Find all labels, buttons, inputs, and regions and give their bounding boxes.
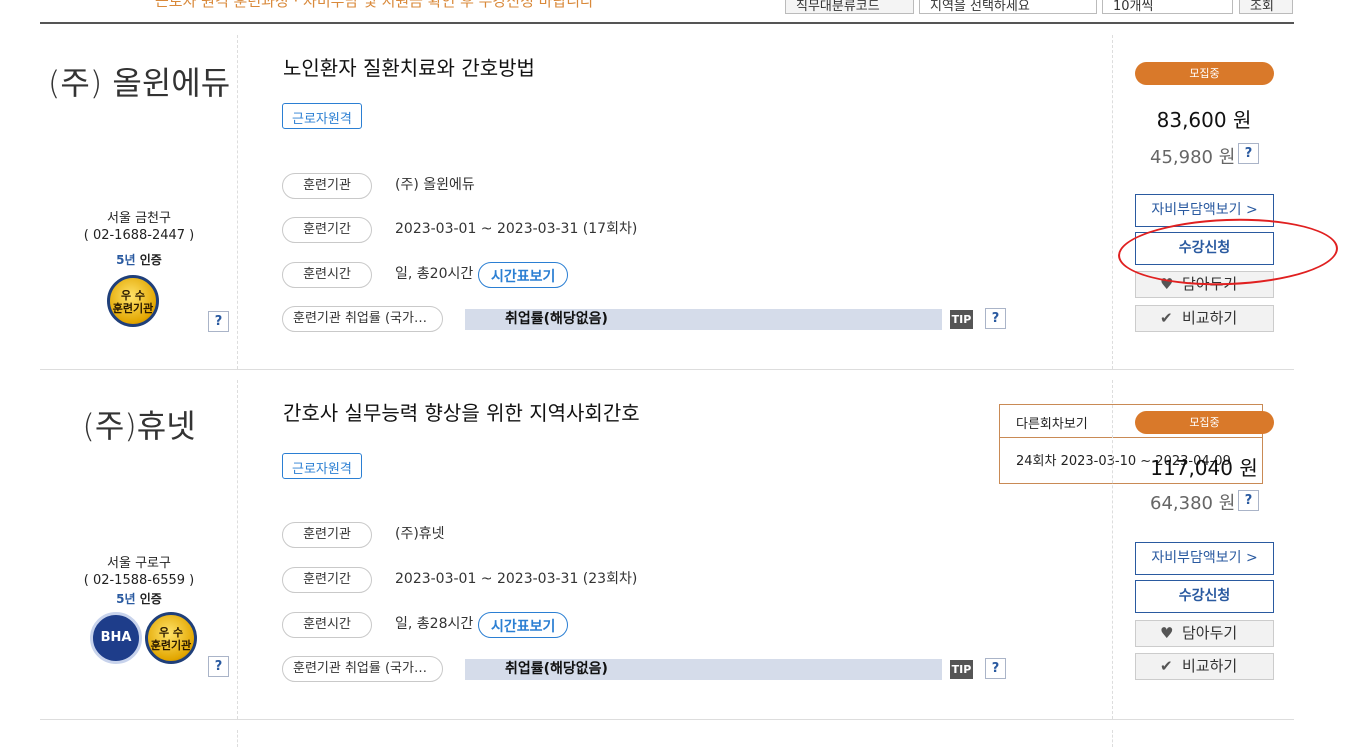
self-pay-price: 64,380 원 <box>1150 493 1236 514</box>
org-name[interactable]: (주)휴넷 <box>40 404 238 448</box>
org-name[interactable]: (주) 올윈에듀 <box>40 61 238 105</box>
compare-label: 비교하기 <box>1182 309 1238 327</box>
timetable-button[interactable]: 시간표보기 <box>478 262 569 288</box>
apply-button[interactable]: 수강신청 <box>1135 580 1274 613</box>
price-column: 모집중 83,600 원 45,980 원 ? 자비부담액보기 > 수강신청 ♥… <box>1112 35 1294 369</box>
org-value: (주) 올윈에듀 <box>395 177 475 193</box>
course-type-tag: 근로자원격 <box>282 453 362 479</box>
course-info: 노인환자 질환치료와 간호방법 근로자원격 훈련기관 (주) 올윈에듀 훈련기간… <box>238 35 1112 369</box>
period-label: 훈련기간 <box>282 567 372 593</box>
org-label: 훈련기관 <box>282 522 372 548</box>
compare-button[interactable]: ✔ 비교하기 <box>1135 653 1274 680</box>
cert-label: 5년 인증 <box>40 590 238 607</box>
course-title[interactable]: 간호사 실무능력 향상을 위한 지역사회간호 <box>283 397 640 426</box>
status-badge: 모집중 <box>1135 62 1274 85</box>
help-icon[interactable]: ? <box>985 658 1006 679</box>
org-column: (주) 올윈에듀 서울 금천구 ( 02-1688-2447 ) 5년 인증 우… <box>40 35 238 369</box>
excellent-org-badge: 우 수 훈련기관 <box>145 612 197 664</box>
tip-icon[interactable]: TIP <box>950 660 973 679</box>
employment-label: 훈련기관 취업률 (국가… <box>282 306 443 332</box>
compare-button[interactable]: ✔ 비교하기 <box>1135 305 1274 332</box>
course-title[interactable]: 노인환자 질환치료와 간호방법 <box>283 52 535 81</box>
next-item-divider <box>1112 730 1113 747</box>
employment-bar: 취업률(해당없음) <box>465 309 942 330</box>
status-badge: 모집중 <box>1135 411 1274 434</box>
org-phone: ( 02-1588-6559 ) <box>83 573 195 588</box>
course-list-page: 근로자 원격 훈련과정 · 자비부담 및 지원금 확인 후 수강신청 바랍니다 … <box>0 0 1346 747</box>
price-column: 모집중 117,040 원 64,380 원 ? 자비부담액보기 > 수강신청 … <box>1112 380 1294 719</box>
course-info: 간호사 실무능력 향상을 위한 지역사회간호 근로자원격 다른회차보기⌵ 24회… <box>238 380 1263 719</box>
self-pay-price: 45,980 원 <box>1150 147 1236 168</box>
self-pay-button[interactable]: 자비부담액보기 > <box>1135 542 1274 575</box>
next-item-divider <box>237 730 238 747</box>
course-price: 117,040 원 <box>1150 456 1258 480</box>
timetable-button[interactable]: 시간표보기 <box>478 612 569 638</box>
filter-note: 근로자 원격 훈련과정 · 자비부담 및 지원금 확인 후 수강신청 바랍니다 <box>155 0 594 10</box>
cert-label: 5년 인증 <box>40 251 238 268</box>
org-region: 서울 금천구 <box>107 211 171 226</box>
tip-icon[interactable]: TIP <box>950 310 973 329</box>
help-icon[interactable]: ? <box>208 656 229 677</box>
hours-value: 일, 총20시간 <box>395 266 474 282</box>
help-icon[interactable]: ? <box>1238 143 1259 164</box>
cert-text: 인증 <box>135 253 162 267</box>
course-price: 83,600 원 <box>1156 108 1252 132</box>
course-item: (주) 올윈에듀 서울 금천구 ( 02-1688-2447 ) 5년 인증 우… <box>40 35 1294 370</box>
help-icon[interactable]: ? <box>985 308 1006 329</box>
wishlist-label: 담아두기 <box>1182 624 1238 642</box>
org-region: 서울 구로구 <box>107 556 171 571</box>
org-label: 훈련기관 <box>282 173 372 199</box>
heart-icon: ♥ <box>1160 624 1174 642</box>
help-icon[interactable]: ? <box>1238 490 1259 511</box>
org-phone: ( 02-1688-2447 ) <box>83 228 195 243</box>
check-icon: ✔ <box>1160 309 1173 327</box>
compare-label: 비교하기 <box>1182 657 1238 675</box>
wishlist-button[interactable]: ♥ 담아두기 <box>1135 620 1274 647</box>
period-value: 2023-03-01 ~ 2023-03-31 (17회차) <box>395 221 638 237</box>
search-button[interactable]: 조회 <box>1239 0 1293 14</box>
employment-label: 훈련기관 취업률 (국가… <box>282 656 443 682</box>
search-filter-bar: 근로자 원격 훈련과정 · 자비부담 및 지원금 확인 후 수강신청 바랍니다 … <box>40 0 1294 24</box>
course-item: (주)휴넷 서울 구로구 ( 02-1588-6559 ) 5년 인증 BHA … <box>40 380 1294 720</box>
bha-badge: BHA <box>90 612 142 664</box>
page-size-select[interactable]: 10개씩 <box>1102 0 1233 14</box>
dropdown-label: 다른회차보기 <box>1016 417 1088 432</box>
cert-years: 5년 <box>116 253 136 267</box>
check-icon: ✔ <box>1160 657 1173 675</box>
category-select[interactable]: 직무대분류코드 <box>785 0 914 14</box>
cert-text: 인증 <box>135 592 162 606</box>
hours-label: 훈련시간 <box>282 262 372 288</box>
period-label: 훈련기간 <box>282 217 372 243</box>
excellent-org-badge: 우 수 훈련기관 <box>107 275 159 327</box>
help-icon[interactable]: ? <box>208 311 229 332</box>
hours-label: 훈련시간 <box>282 612 372 638</box>
period-value: 2023-03-01 ~ 2023-03-31 (23회차) <box>395 571 638 587</box>
employment-bar: 취업률(해당없음) <box>465 659 942 680</box>
hours-value: 일, 총28시간 <box>395 616 474 632</box>
region-select[interactable]: 지역을 선택하세요 <box>919 0 1097 14</box>
course-type-tag: 근로자원격 <box>282 103 362 129</box>
org-column: (주)휴넷 서울 구로구 ( 02-1588-6559 ) 5년 인증 BHA … <box>40 380 238 719</box>
cert-years: 5년 <box>116 592 136 606</box>
org-value: (주)휴넷 <box>395 526 445 542</box>
